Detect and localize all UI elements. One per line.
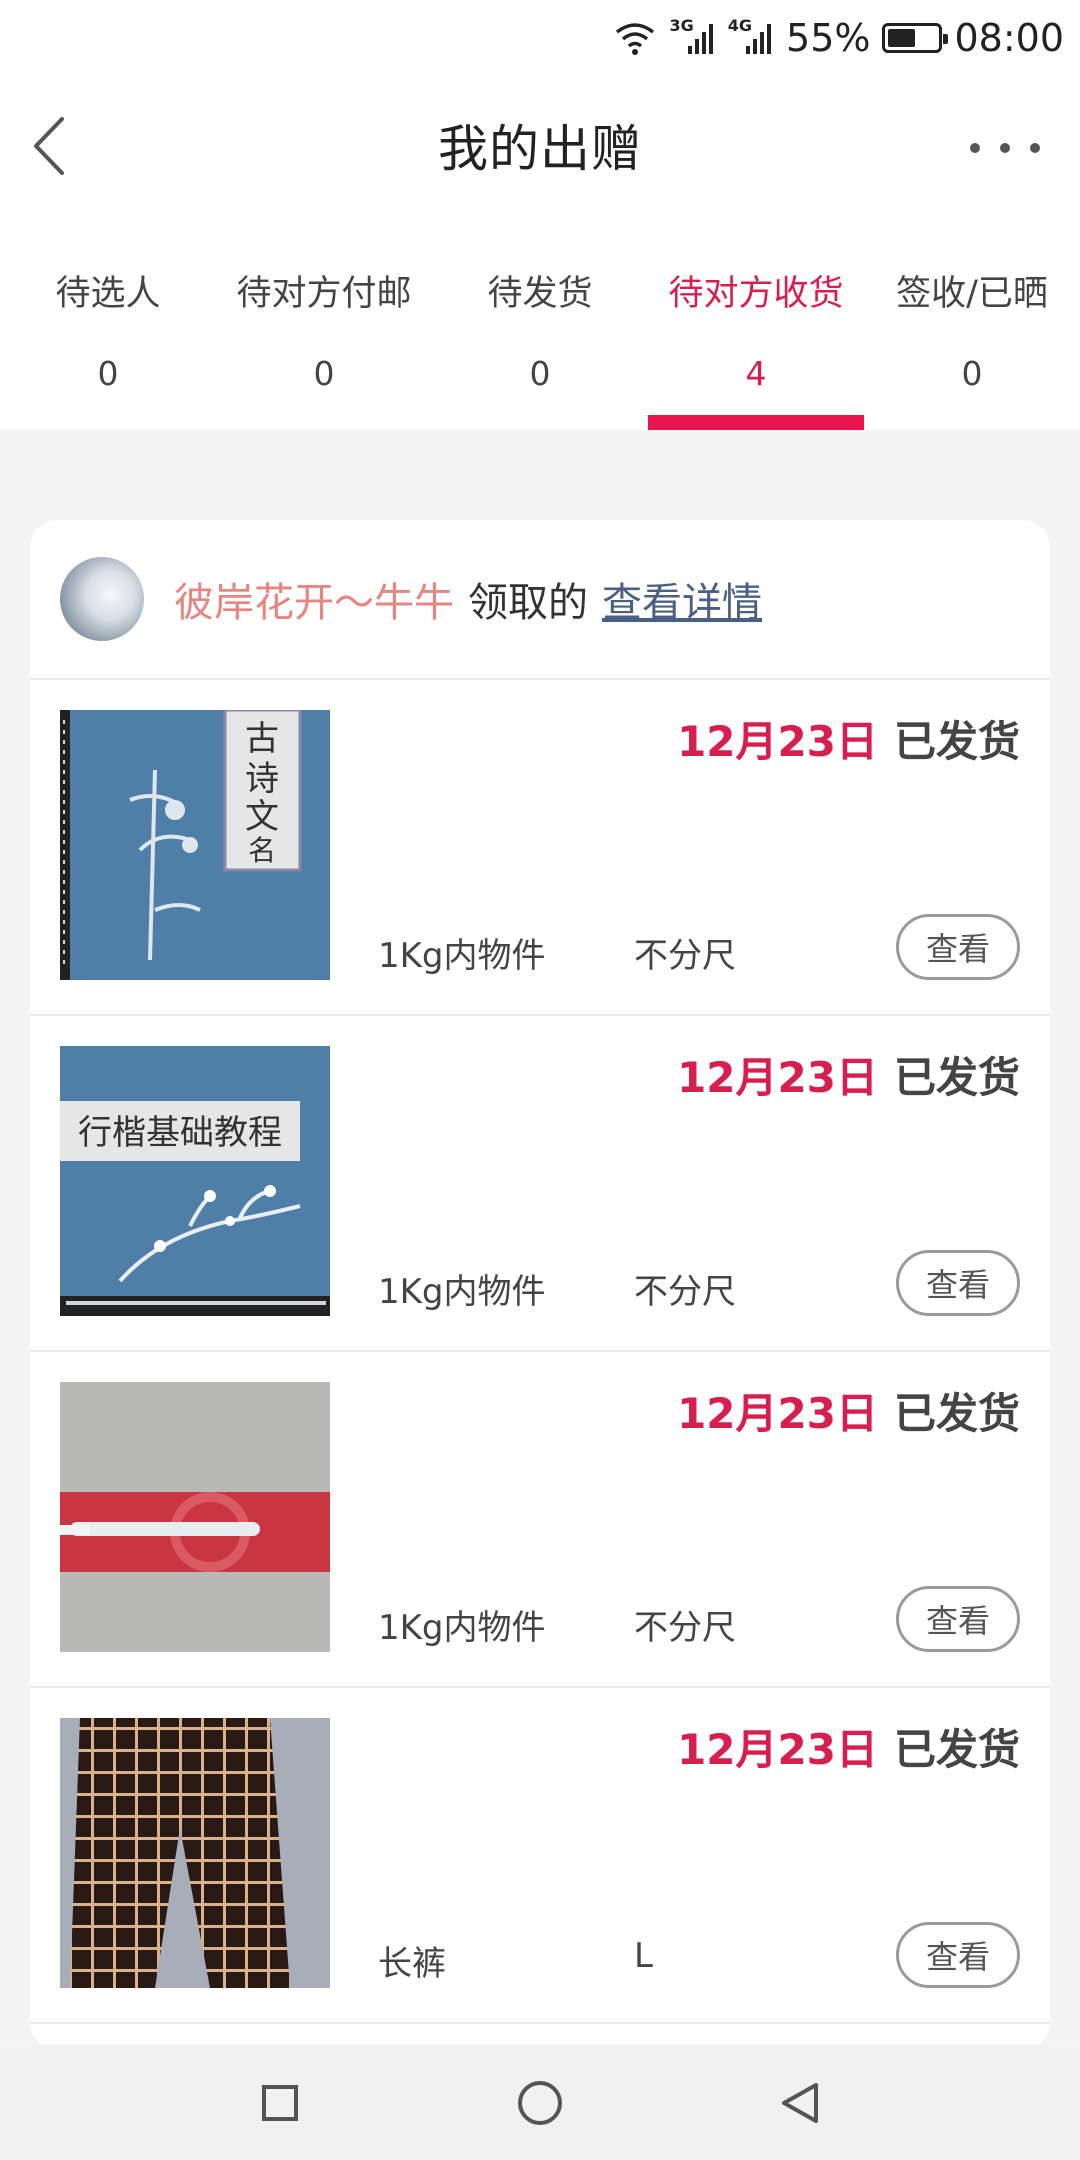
square-icon (262, 2084, 298, 2121)
signal-4g-icon: 4G (728, 16, 774, 56)
clock: 08:00 (954, 15, 1064, 60)
item-thumbnail[interactable] (60, 1718, 330, 1988)
tab-label: 待选人 (55, 274, 161, 314)
system-nav-bar (0, 2045, 1080, 2160)
view-button[interactable]: 查看 (896, 1922, 1020, 1988)
svg-text:诗: 诗 (245, 759, 279, 799)
list-item[interactable]: 12月23日 已发货 长裤 L 查看 (30, 1688, 1050, 2024)
list-item[interactable]: 古 诗 文 名 12月23日 已发货 1Kg内物件 不分尺 查看 (30, 680, 1050, 1016)
item-thumbnail[interactable]: 古 诗 文 名 (60, 710, 330, 980)
recents-button[interactable] (250, 2073, 310, 2133)
tab-received-shared[interactable]: 签收/已晒 0 (864, 215, 1080, 430)
ship-date: 12月23日 已发货 (677, 1380, 1020, 1441)
view-button[interactable]: 查看 (896, 914, 1020, 980)
receiver-name[interactable]: 彼岸花开～牛牛 (174, 570, 454, 628)
more-dots-icon (970, 143, 980, 153)
chevron-left-icon (34, 117, 64, 175)
circle-icon (518, 2080, 562, 2125)
battery-percent: 55% (786, 15, 871, 60)
item-weight: 1Kg内物件 (378, 1608, 546, 1648)
svg-text:名: 名 (248, 834, 276, 867)
app-header: 我的出赠 (0, 75, 1080, 215)
view-details-link[interactable]: 查看详情 (602, 570, 762, 628)
home-button[interactable] (510, 2073, 570, 2133)
tab-pending-ship[interactable]: 待发货 0 (432, 215, 648, 430)
ship-status: 已发货 (893, 1053, 1020, 1102)
ship-status: 已发货 (893, 1389, 1020, 1438)
ship-date: 12月23日 已发货 (677, 708, 1020, 769)
ship-date: 12月23日 已发货 (677, 1044, 1020, 1105)
network-3g-label: 3G (669, 16, 694, 35)
battery-level (888, 28, 915, 47)
gift-order-card: 彼岸花开～牛牛 领取的 查看详情 古 诗 文 名 12月23日已发货 1Kg内物… (30, 520, 1050, 2050)
wifi-icon (613, 20, 657, 56)
received-text: 领取的 (468, 580, 588, 626)
ship-status: 已发货 (893, 1725, 1020, 1774)
avatar[interactable] (60, 557, 144, 641)
ship-date-value: 12月23日 (677, 1725, 878, 1774)
tab-pending-postage[interactable]: 待对方付邮 0 (216, 215, 432, 430)
tab-label: 签收/已晒 (896, 274, 1048, 314)
tab-pending-receipt[interactable]: 待对方收货 4 (648, 215, 864, 430)
item-size: 不分尺 (634, 1608, 736, 1648)
battery-icon (882, 22, 949, 53)
item-size: 不分尺 (634, 936, 736, 976)
tab-count: 0 (961, 354, 983, 393)
more-dots-icon (1000, 143, 1010, 153)
active-tab-indicator (648, 415, 864, 430)
tab-label: 待对方收货 (668, 274, 844, 314)
back-button[interactable] (26, 111, 86, 181)
page-title: 我的出赠 (438, 120, 642, 178)
network-4g-label: 4G (727, 16, 753, 35)
tab-count: 4 (745, 354, 767, 393)
ship-status: 已发货 (893, 717, 1020, 766)
ship-date-value: 12月23日 (677, 717, 878, 766)
tab-count: 0 (313, 354, 335, 393)
card-header: 彼岸花开～牛牛 领取的 查看详情 (30, 520, 1050, 680)
tab-count: 0 (97, 354, 119, 393)
item-size: L (634, 1936, 653, 1976)
status-bar: 3G 4G 55% 08:00 (0, 0, 1080, 75)
signal-3g-icon: 3G (669, 16, 715, 56)
more-dots-icon (1030, 143, 1040, 153)
view-button[interactable]: 查看 (896, 1250, 1020, 1316)
view-button[interactable]: 查看 (896, 1586, 1020, 1652)
svg-text:行楷基础教程: 行楷基础教程 (78, 1113, 282, 1153)
ship-date: 12月23日 已发货 (677, 1716, 1020, 1777)
system-back-button[interactable] (770, 2073, 830, 2133)
tab-label: 待对方付邮 (236, 274, 412, 314)
triangle-back-icon (782, 2082, 818, 2123)
item-weight: 1Kg内物件 (378, 1272, 546, 1312)
ship-date-value: 12月23日 (677, 1389, 878, 1438)
item-thumbnail[interactable]: 行楷基础教程 (60, 1046, 330, 1316)
tab-count: 0 (529, 354, 551, 393)
ship-date-value: 12月23日 (677, 1053, 878, 1102)
list-item[interactable]: 12月23日 已发货 1Kg内物件 不分尺 查看 (30, 1352, 1050, 1688)
svg-text:文: 文 (245, 797, 279, 837)
list-item[interactable]: 行楷基础教程 12月23日 已发货 1Kg内物件 不分尺 查看 (30, 1016, 1050, 1352)
item-weight: 1Kg内物件 (378, 936, 546, 976)
tab-label: 待发货 (487, 274, 593, 314)
tab-pending-select[interactable]: 待选人 0 (0, 215, 216, 430)
more-options-button[interactable] (970, 133, 1040, 163)
status-tabs: 待选人 0 待对方付邮 0 待发货 0 待对方收货 4 签收/已晒 0 (0, 215, 1080, 430)
item-size: 不分尺 (634, 1272, 736, 1312)
item-weight: 长裤 (378, 1944, 446, 1984)
svg-text:古: 古 (245, 719, 279, 759)
item-thumbnail[interactable] (60, 1382, 330, 1652)
